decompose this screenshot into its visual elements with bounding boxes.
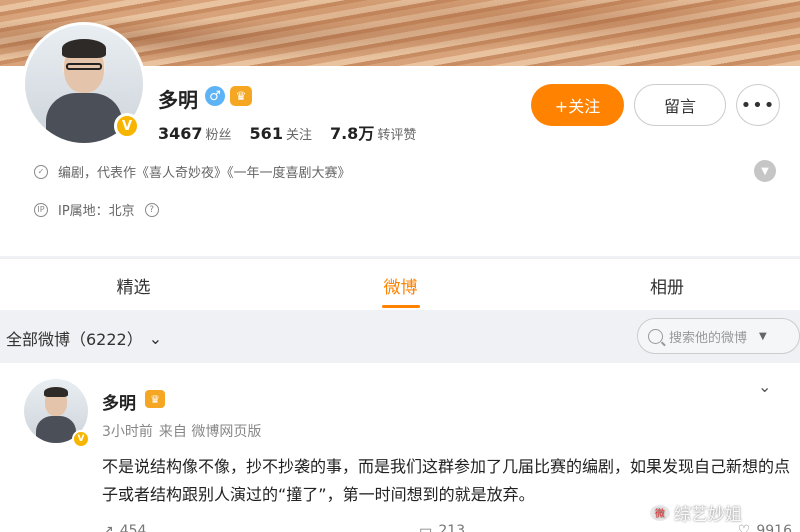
shield-icon: ✓ [34, 164, 48, 179]
repost-icon: ↗ [102, 523, 114, 532]
repost-count: 454 [119, 523, 147, 532]
stat-number: 561 [249, 124, 283, 143]
tab-featured[interactable]: 精选 [0, 259, 267, 311]
active-tab-indicator [382, 305, 420, 308]
profile-name: 多明 [158, 88, 198, 112]
comment-count: 213 [438, 523, 466, 532]
verified-badge-icon: V [114, 113, 140, 139]
stat-label: 转评赞 [377, 128, 417, 143]
search-dropdown-icon[interactable]: ▼ [759, 331, 767, 342]
post-time[interactable]: 3小时前 [102, 421, 153, 441]
post-source: 来自 微博网页版 [158, 424, 262, 440]
stat-following[interactable]: 561 关注 [250, 124, 312, 143]
weibo-logo-icon: 微 [650, 504, 670, 521]
member-crown-icon[interactable]: ♛ [145, 390, 165, 408]
watermark-text: 综艺妙姐 [674, 505, 742, 525]
like-count: 9916 [756, 523, 792, 532]
follow-button[interactable]: +关注 [531, 84, 624, 126]
stat-number: 7.8万 [329, 124, 375, 143]
stat-number: 3467 [158, 124, 203, 143]
verified-badge-icon: V [72, 430, 90, 448]
profile-tabs: 精选 微博 相册 [0, 258, 800, 310]
all-posts-filter[interactable]: 全部微博（6222） ⌄ [6, 326, 162, 350]
stat-label: 粉丝 [205, 128, 232, 143]
stat-reposts-comments-likes[interactable]: 7.8万 转评赞 [330, 120, 416, 144]
post-author[interactable]: 多明 [102, 389, 136, 414]
ip-location-text: IP属地：北京 [58, 204, 135, 219]
profile-stats: 3467 粉丝 561 关注 7.8万 转评赞 [158, 120, 416, 144]
help-icon[interactable]: ? [144, 202, 159, 217]
filter-label-text: 全部微博（6222） [6, 330, 143, 349]
post-meta: 3小时前 来自 微博网页版 [102, 421, 261, 441]
search-placeholder: 搜索他的微博 [669, 330, 748, 346]
post-menu-chevron-icon[interactable]: ⌄ [758, 377, 771, 396]
expand-chevron-icon[interactable]: ▼ [754, 160, 776, 182]
bio-text: 编剧，代表作《喜人奇妙夜》《一年一度喜剧大赛》 [58, 166, 351, 181]
male-gender-icon: ♂ [205, 86, 225, 106]
chevron-down-icon: ⌄ [148, 328, 163, 348]
tab-album[interactable]: 相册 [534, 259, 800, 311]
search-input[interactable]: 搜索他的微博 ▼ [637, 318, 800, 354]
stat-label: 关注 [285, 128, 312, 143]
like-button[interactable]: ♡ 9916 [738, 523, 792, 532]
search-icon [648, 328, 663, 344]
comment-button[interactable]: ▭ 213 [419, 523, 465, 532]
ip-location-icon: IP [34, 202, 48, 217]
member-crown-icon[interactable]: ♛ [230, 86, 252, 106]
watermark: 微 综艺妙姐 [650, 500, 742, 525]
message-button[interactable]: 留言 [634, 84, 726, 126]
more-options-button[interactable]: ••• [736, 84, 780, 126]
repost-button[interactable]: ↗ 454 [102, 523, 146, 532]
bio-row: ✓ 编剧，代表作《喜人奇妙夜》《一年一度喜剧大赛》 [34, 162, 351, 181]
stat-fans[interactable]: 3467 粉丝 [158, 124, 232, 143]
tab-weibo[interactable]: 微博 [267, 259, 534, 311]
comment-icon: ▭ [419, 523, 433, 532]
ip-row: IP IP属地：北京 ? [34, 200, 159, 219]
